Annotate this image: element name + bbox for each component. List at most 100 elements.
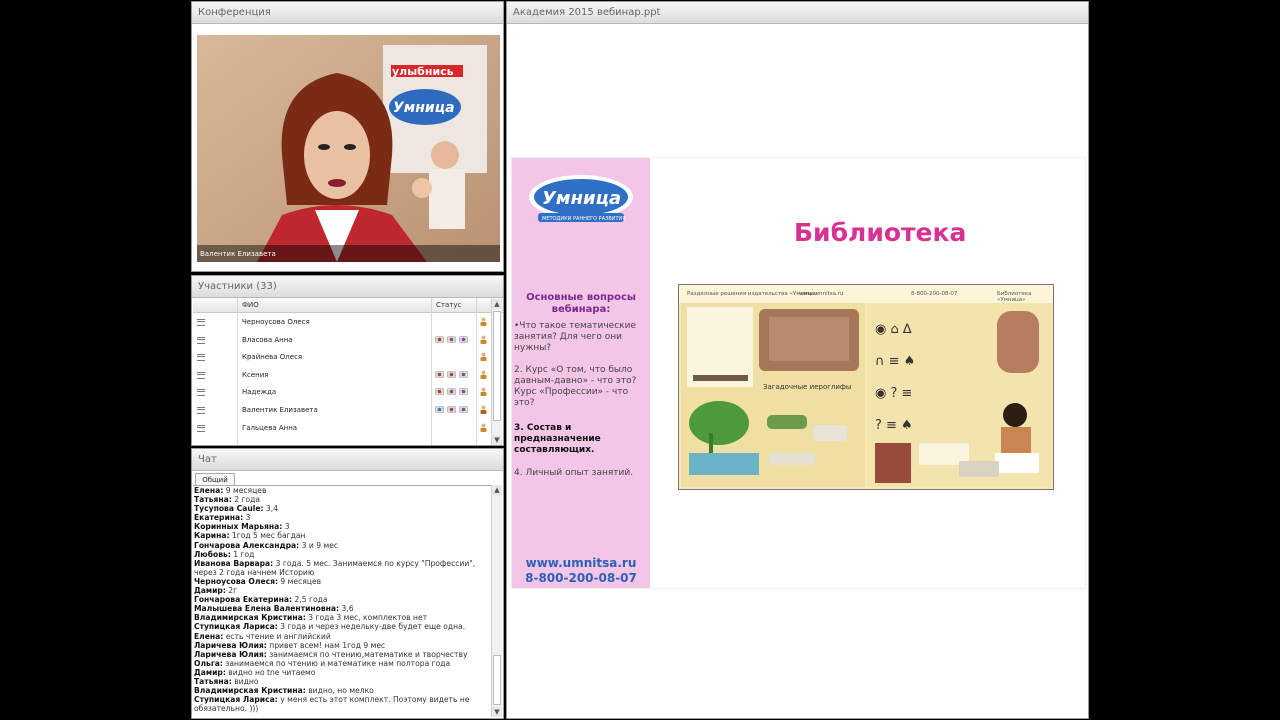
participant-name: Ксения — [242, 370, 269, 379]
chat-message: Ступицкая Лариса: у меня есть этот компл… — [194, 695, 493, 713]
chat-author: Ларичева Юлия: — [194, 640, 267, 650]
chat-message: Тусупова Саule: 3,4 — [194, 504, 493, 513]
participants-table-header: ФИО Статус — [193, 298, 503, 313]
webcam-video[interactable]: улыбнись Умница Валентик Елизавета — [197, 35, 500, 262]
participant-row[interactable]: Власова Анна — [193, 331, 493, 348]
person-icon — [479, 423, 488, 432]
chat-author: Ольга: — [194, 658, 223, 668]
chat-message: Владимирская Кристина: видно, но мелко — [194, 686, 493, 695]
chat-text: видно но tne читаемо — [225, 667, 316, 677]
chat-message: Татьяна: 2 года — [194, 495, 493, 504]
chat-message: Карина: 1год 5 мес багдан — [194, 531, 493, 540]
camera-icon — [435, 370, 444, 379]
participant-row[interactable]: Гальцева Анна — [193, 419, 493, 436]
question-1: •Что такое тематические занятия? Для чег… — [514, 321, 636, 353]
chat-message: Малышева Елена Валентиновна: 3,6 — [194, 604, 493, 613]
chat-author: Ларичева Юлия: — [194, 649, 267, 659]
chat-message: Елена: 9 месяцев — [194, 486, 493, 495]
chat-message: Ларичева Юлия: привет всем! нам 1год 9 м… — [194, 641, 493, 650]
chat-message: Коринных Марьяна: 3 — [194, 522, 493, 531]
logo-subtext: МЕТОДИКИ РАННЕГО РАЗВИТИЯ — [542, 216, 626, 222]
person-icon — [479, 352, 488, 362]
participants-pod-title: Участники (33) — [192, 276, 503, 298]
chat-text: занимаемся по чтению,математике и творче… — [266, 649, 468, 659]
chat-message: Гончарова Екатерина: 2,5 года — [194, 595, 493, 604]
webcam-frame-image: улыбнись Умница Валентик Елизавета — [197, 35, 500, 262]
screen-icon — [459, 370, 468, 379]
question-4: 4. Личный опыт занятий. — [514, 468, 634, 478]
slide-title: Библиотека — [794, 218, 967, 247]
slide-sidebar: Умница МЕТОДИКИ РАННЕГО РАЗВИТИЯ Основны… — [512, 158, 650, 588]
chat-author: Ступицкая Лариса: — [194, 622, 278, 632]
book-header-site: www.umnitsa.ru — [799, 291, 844, 297]
chat-text: 1год 5 мес багдан — [229, 531, 306, 541]
book-caption: Загадочные иероглифы — [763, 383, 851, 391]
chat-scrollbar[interactable]: ▲ ▼ — [491, 485, 502, 717]
participant-row[interactable]: Черноусова Олеся — [193, 313, 493, 330]
participant-row[interactable]: Надежда — [193, 383, 493, 400]
book-spread-image: Разделные решения издательства «Умница» … — [678, 284, 1054, 490]
chat-author: Коринных Марьяна: — [194, 522, 283, 532]
participant-row[interactable]: Валентик Елизавета — [193, 401, 493, 418]
svg-text:∩ ≡ ♠: ∩ ≡ ♠ — [875, 354, 915, 369]
microphone-icon — [447, 335, 456, 344]
person-icon — [479, 335, 488, 344]
participant-row[interactable]: Ксения — [193, 366, 493, 383]
chat-text: 9 месяцев — [278, 576, 322, 586]
drag-handle-icon[interactable] — [197, 407, 205, 414]
drag-handle-icon[interactable] — [197, 319, 205, 326]
book-header: Разделные решения издательства «Умница» … — [679, 285, 1053, 303]
participant-name: Валентик Елизавета — [242, 406, 318, 414]
chat-messages: Елена: 9 месяцев Татьяна: 2 года Тусупова … — [193, 485, 493, 718]
scroll-thumb[interactable] — [493, 655, 501, 705]
chat-text: 1 год — [230, 549, 255, 559]
scroll-up-button[interactable]: ▲ — [492, 299, 502, 309]
scroll-down-button[interactable]: ▼ — [492, 435, 502, 445]
chat-message: Черноусова Олеся: 9 месяцев — [194, 577, 493, 586]
chat-message: Татьяна: видно — [194, 677, 493, 686]
scroll-thumb[interactable] — [493, 311, 501, 421]
logo-text: Умница — [542, 188, 621, 209]
drag-handle-icon[interactable] — [197, 424, 205, 432]
participant-name: Надежда — [242, 388, 277, 397]
share-pod: Академия 2015 вебинар.ppt Умница МЕТОДИК… — [506, 1, 1089, 719]
chat-message: Екатерина: 3 — [194, 513, 493, 522]
chat-author: Елена: — [194, 486, 224, 495]
chat-text: 3 года 3 мес, комплектов нет — [305, 613, 428, 623]
banner-sign-text: улыбнись — [392, 65, 454, 78]
chat-message: Любовь: 1 год — [194, 550, 493, 559]
chat-author: Тусупова Саule: — [194, 504, 264, 514]
chat-author: Черноусова Олеся: — [194, 576, 279, 586]
column-header-name[interactable]: ФИО — [242, 301, 259, 309]
questions-title: Основные вопросы вебинара: — [526, 292, 636, 315]
chat-author: Карина: — [194, 531, 230, 541]
chat-text: 2,5 года — [292, 595, 328, 605]
svg-text:? ≡ ♠: ? ≡ ♠ — [875, 418, 913, 433]
chat-author: Елена: — [194, 631, 224, 641]
chat-text: 3,6 — [339, 604, 354, 614]
chat-text: занимаемся по чтению и математике нам по… — [222, 658, 451, 668]
presentation-slide: Умница МЕТОДИКИ РАННЕГО РАЗВИТИЯ Основны… — [511, 157, 1086, 589]
chat-author: Татьяна: — [194, 495, 232, 505]
chat-author: Дамир: — [194, 586, 226, 596]
chat-author: Дамир: — [194, 667, 226, 677]
scroll-up-button[interactable]: ▲ — [492, 485, 502, 495]
speaker-name-label: Валентик Елизавета — [200, 250, 276, 258]
chat-text: 3 года и через недельку-две будет еще од… — [277, 622, 466, 632]
drag-handle-icon[interactable] — [197, 336, 205, 344]
question-2: 2. Курс «О том, что было давным-давно» -… — [514, 365, 637, 408]
drag-handle-icon[interactable] — [197, 389, 205, 397]
chat-message: Дамир: видно но tne читаемо — [194, 668, 493, 677]
chat-message: Ларичева Юлия: занимаемся по чтению,мате… — [194, 650, 493, 659]
chat-message: Иванова Варвара: 3 года. 5 мес. Занимаем… — [194, 559, 493, 577]
chat-author: Гончарова Александра: — [194, 540, 300, 550]
chat-pod: Чат Общий Елена: 9 месяцев Татьяна: 2 год… — [191, 448, 504, 719]
scroll-down-button[interactable]: ▼ — [492, 707, 502, 717]
column-header-status[interactable]: Статус — [436, 301, 461, 309]
participant-row[interactable]: Крайнева Олеся — [193, 348, 493, 365]
chat-text: 3 и 9 мес — [299, 540, 339, 550]
drag-handle-icon[interactable] — [197, 354, 205, 362]
participants-scrollbar[interactable]: ▲ ▼ — [491, 299, 502, 445]
banner-logo-text: Умница — [393, 100, 455, 116]
drag-handle-icon[interactable] — [197, 371, 205, 379]
